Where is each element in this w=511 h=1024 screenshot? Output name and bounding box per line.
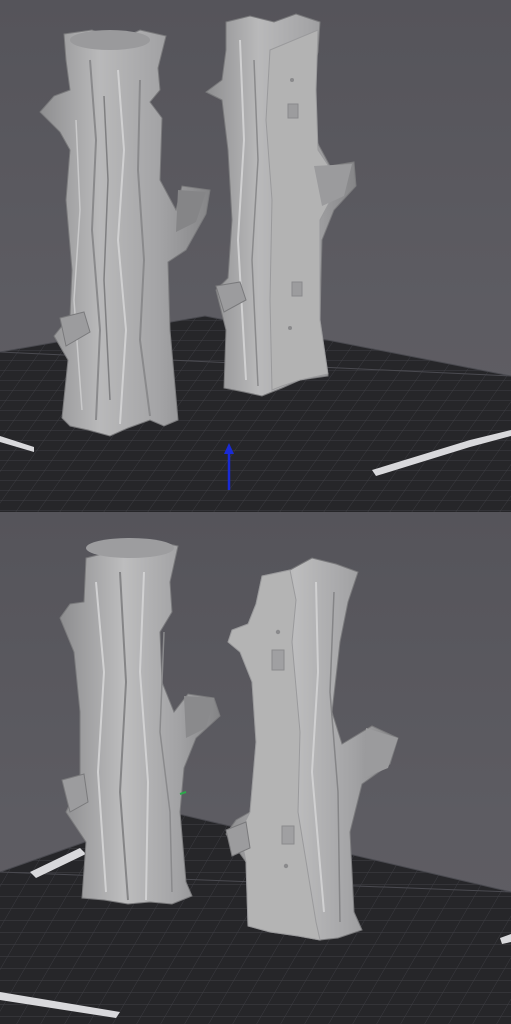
pin-hole — [288, 326, 292, 330]
tree-trunk-cut[interactable] — [205, 13, 357, 397]
cut-face — [265, 29, 337, 391]
scene-bottom — [0, 538, 511, 1024]
viewport-bottom[interactable] — [0, 512, 511, 1024]
pin-hole — [290, 78, 294, 82]
scene-top — [0, 13, 511, 512]
pin-hole — [275, 629, 281, 635]
cut-slot — [271, 649, 285, 671]
cut-slot — [281, 825, 295, 845]
cut-slot — [287, 103, 299, 119]
viewport-top[interactable] — [0, 0, 511, 512]
pin-hole — [283, 863, 289, 869]
cut-slot — [291, 281, 303, 297]
